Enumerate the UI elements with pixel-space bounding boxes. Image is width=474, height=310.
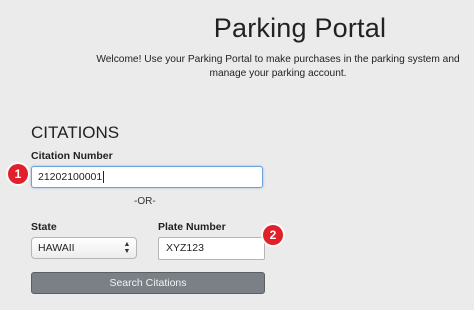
plate-number-label: Plate Number (158, 221, 226, 233)
welcome-line-1: Welcome! Use your Parking Portal to make… (96, 54, 460, 65)
state-selected-value: HAWAII (38, 242, 75, 254)
text-cursor (103, 171, 105, 184)
state-label: State (31, 221, 57, 233)
search-citations-button[interactable]: Search Citations (31, 272, 265, 294)
annotation-marker-1: 1 (8, 164, 28, 184)
citation-number-value: 21202100001 (38, 171, 103, 183)
page-title: Parking Portal (213, 13, 387, 43)
state-select[interactable]: HAWAII ▲ ▼ (31, 237, 137, 259)
or-separator: -OR- (134, 196, 156, 207)
plate-number-input[interactable]: XYZ123 (158, 237, 265, 260)
annotation-marker-2: 2 (263, 225, 283, 245)
welcome-message: Welcome! Use your Parking Portal to make… (90, 53, 466, 81)
select-updown-icon: ▲ ▼ (123, 241, 131, 255)
plate-number-value: XYZ123 (166, 242, 204, 254)
parking-portal-page: Parking Portal Welcome! Use your Parking… (0, 0, 474, 310)
welcome-line-2: manage your parking account. (209, 68, 347, 79)
citations-section-title: CITATIONS (31, 123, 120, 142)
citation-number-label: Citation Number (31, 150, 113, 162)
citation-number-input[interactable]: 21202100001 (31, 166, 263, 188)
